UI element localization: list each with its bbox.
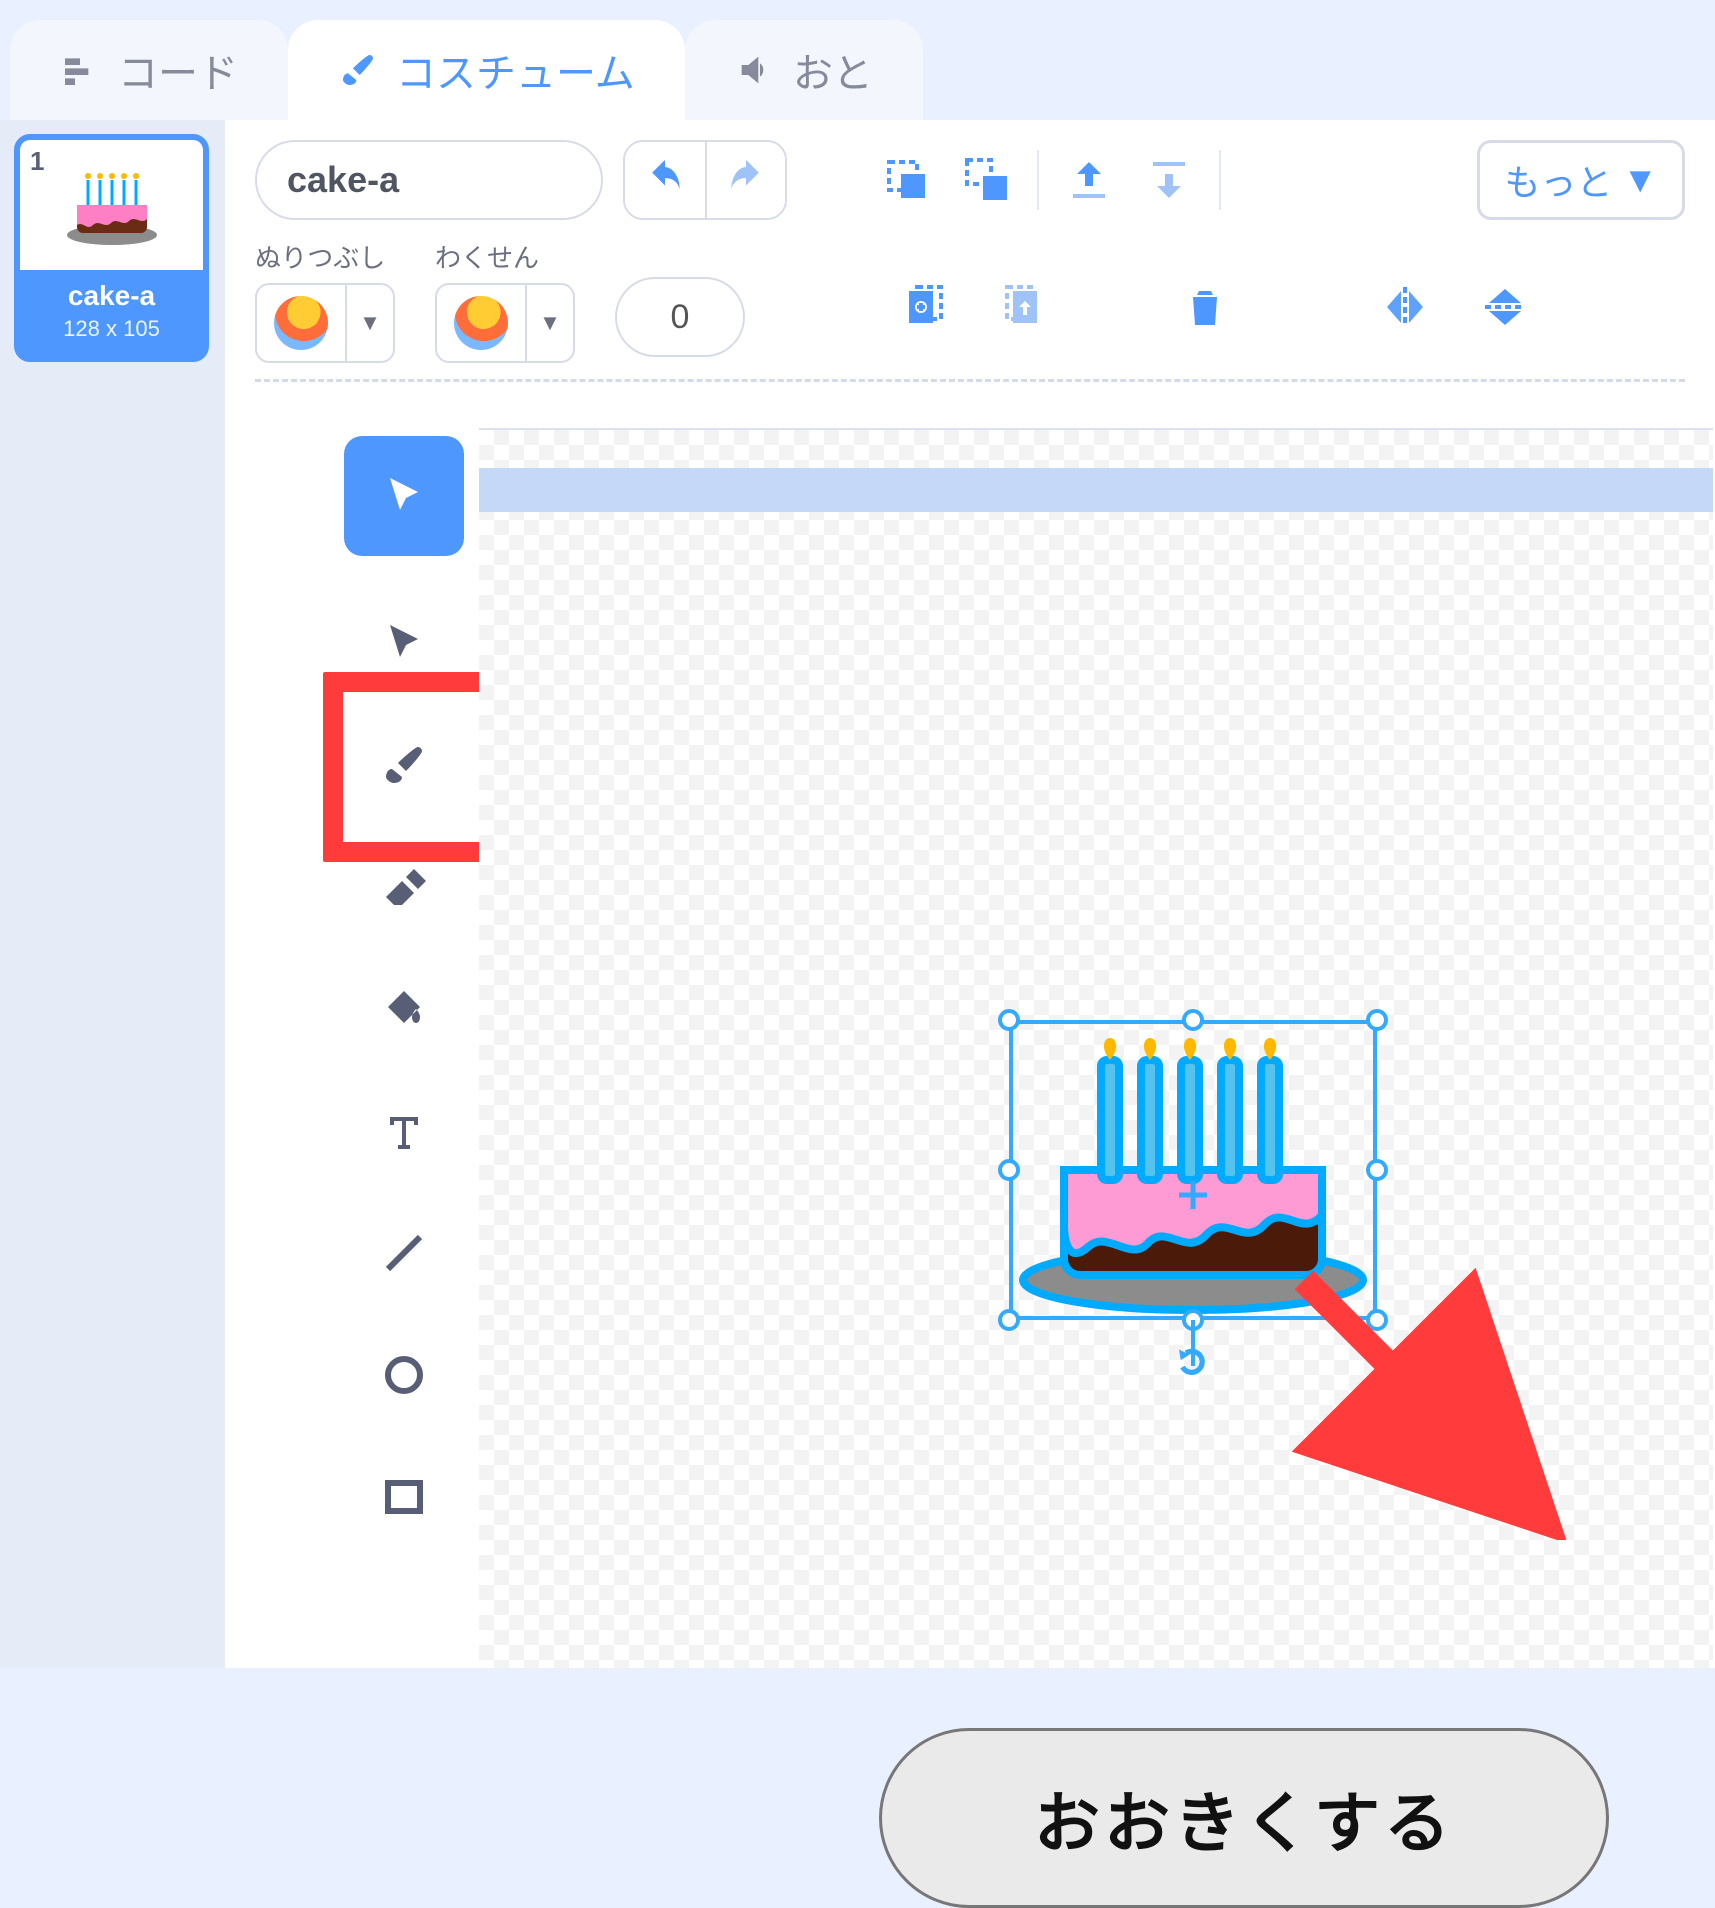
stroke-color-select[interactable]: ▼	[435, 283, 575, 363]
delete-button[interactable]	[1175, 277, 1235, 337]
rotate-handle[interactable]	[1172, 1343, 1214, 1390]
stroke-label: わくせん	[435, 238, 575, 275]
send-backward-button[interactable]	[1139, 150, 1199, 210]
more-button[interactable]: もっと▼	[1477, 140, 1685, 220]
fill-color-select[interactable]: ▼	[255, 283, 395, 363]
separator	[1037, 150, 1039, 210]
code-icon	[60, 50, 100, 90]
tool-brush[interactable]	[369, 730, 439, 800]
separator	[1219, 150, 1221, 210]
tab-code[interactable]: コード	[10, 20, 288, 120]
spacer	[615, 238, 745, 269]
brush-icon	[338, 50, 378, 90]
tool-circle[interactable]	[369, 1340, 439, 1410]
tool-column	[359, 408, 449, 1668]
flip-vertical-button[interactable]	[1475, 277, 1535, 337]
costume-list: 1	[0, 120, 225, 1668]
flip-horizontal-button[interactable]	[1375, 277, 1435, 337]
tab-costumes[interactable]: コスチューム	[288, 20, 685, 120]
canvas-edge	[479, 468, 1713, 512]
costume-name: cake-a	[20, 280, 203, 312]
ungroup-button[interactable]	[957, 150, 1017, 210]
tool-text[interactable]	[369, 1096, 439, 1166]
canvas-wrapper: おおきくする	[479, 428, 1713, 1668]
tab-code-label: コード	[118, 41, 238, 99]
editor-tabs: コード コスチューム おと	[0, 0, 1715, 120]
paste-button[interactable]	[995, 277, 1055, 337]
fill-label: ぬりつぶし	[255, 238, 395, 275]
undo-button[interactable]	[625, 142, 705, 218]
tab-costumes-label: コスチューム	[396, 41, 635, 99]
costume-index: 1	[30, 146, 44, 177]
tool-fill[interactable]	[369, 974, 439, 1044]
tool-line[interactable]	[369, 1218, 439, 1288]
costume-name-input[interactable]: cake-a	[255, 140, 603, 220]
redo-button[interactable]	[705, 142, 785, 218]
stroke-width-input[interactable]: 0	[615, 277, 745, 357]
scratch-paint-editor: コード コスチューム おと 1	[0, 0, 1715, 1668]
toolbar-divider	[255, 379, 1685, 382]
tool-eraser[interactable]	[369, 852, 439, 922]
undo-redo-group	[623, 140, 787, 220]
group-button[interactable]	[877, 150, 937, 210]
costume-thumb[interactable]: 1	[14, 134, 209, 362]
paint-editor: cake-a もっと▼	[225, 120, 1715, 1668]
bring-forward-button[interactable]	[1059, 150, 1119, 210]
copy-button[interactable]	[895, 277, 955, 337]
tool-rect[interactable]	[369, 1462, 439, 1532]
chevron-down-icon: ▼	[525, 285, 573, 361]
selection-box[interactable]	[1009, 1020, 1377, 1320]
tool-select[interactable]	[344, 436, 464, 556]
costume-thumb-image	[20, 140, 203, 270]
stroke-swatch	[437, 285, 525, 361]
tab-sounds[interactable]: おと	[685, 20, 923, 120]
paint-canvas[interactable]	[479, 428, 1713, 1668]
sound-icon	[735, 50, 775, 90]
fill-swatch	[257, 285, 345, 361]
chevron-down-icon: ▼	[345, 285, 393, 361]
tab-sounds-label: おと	[793, 41, 873, 99]
tool-reshape[interactable]	[369, 608, 439, 678]
annotation-callout: おおきくする	[879, 1728, 1609, 1908]
chevron-down-icon: ▼	[1622, 159, 1658, 201]
costume-size: 128 x 105	[20, 316, 203, 342]
